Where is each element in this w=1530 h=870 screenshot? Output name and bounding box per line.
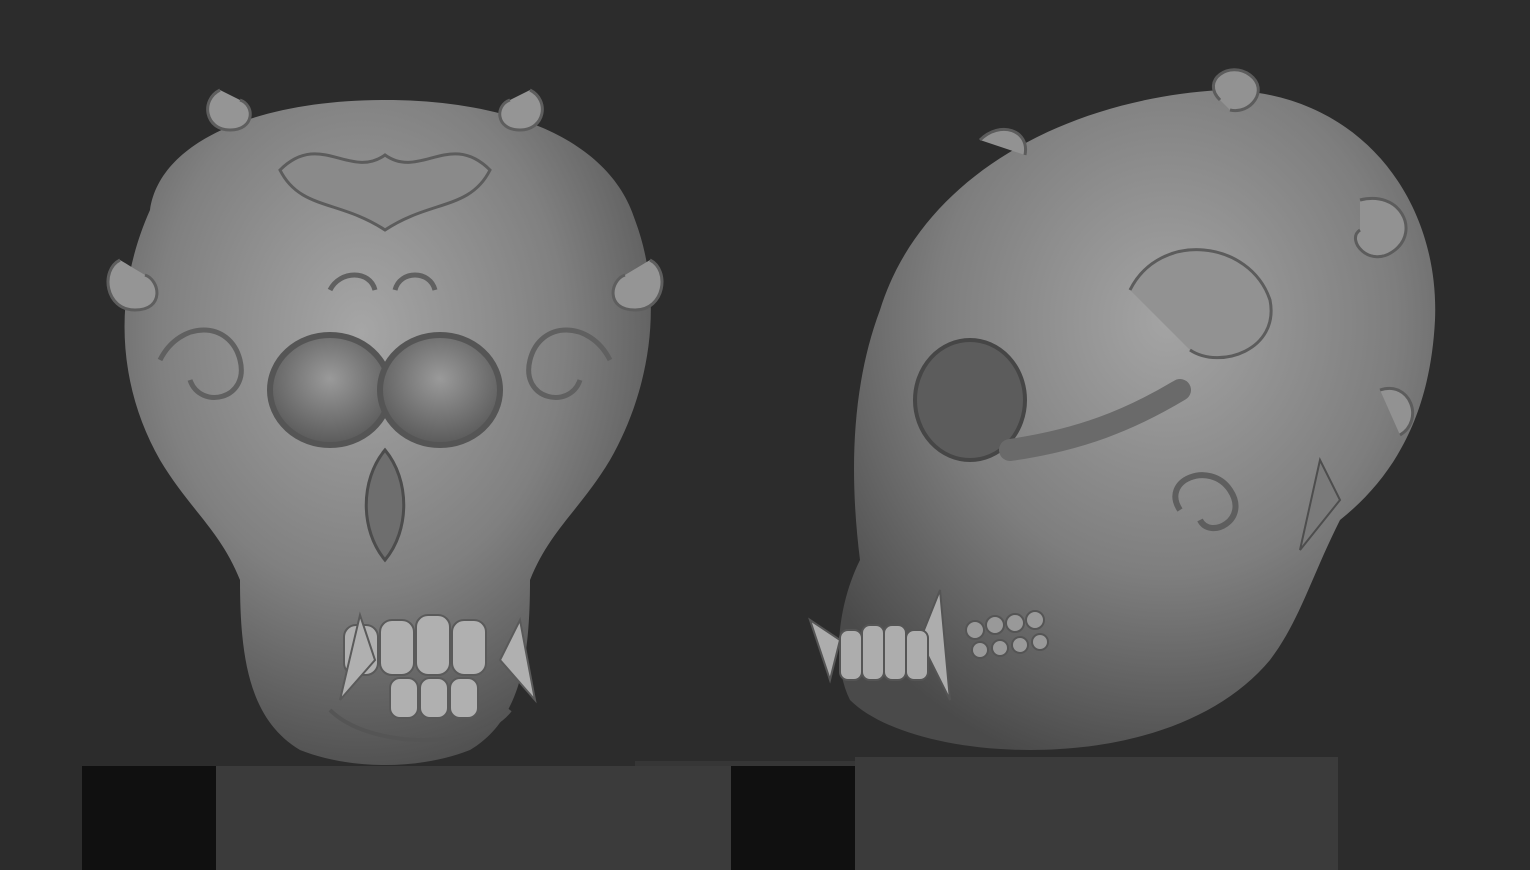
skull-front-icon [106,88,664,765]
right-pedestal-shadow [731,766,855,870]
right-pedestal [855,757,1338,870]
left-pedestal-shadow [82,766,216,870]
left-pedestal [216,766,731,870]
skull-side-icon [808,68,1436,750]
sculpt-viewport [0,0,1530,870]
